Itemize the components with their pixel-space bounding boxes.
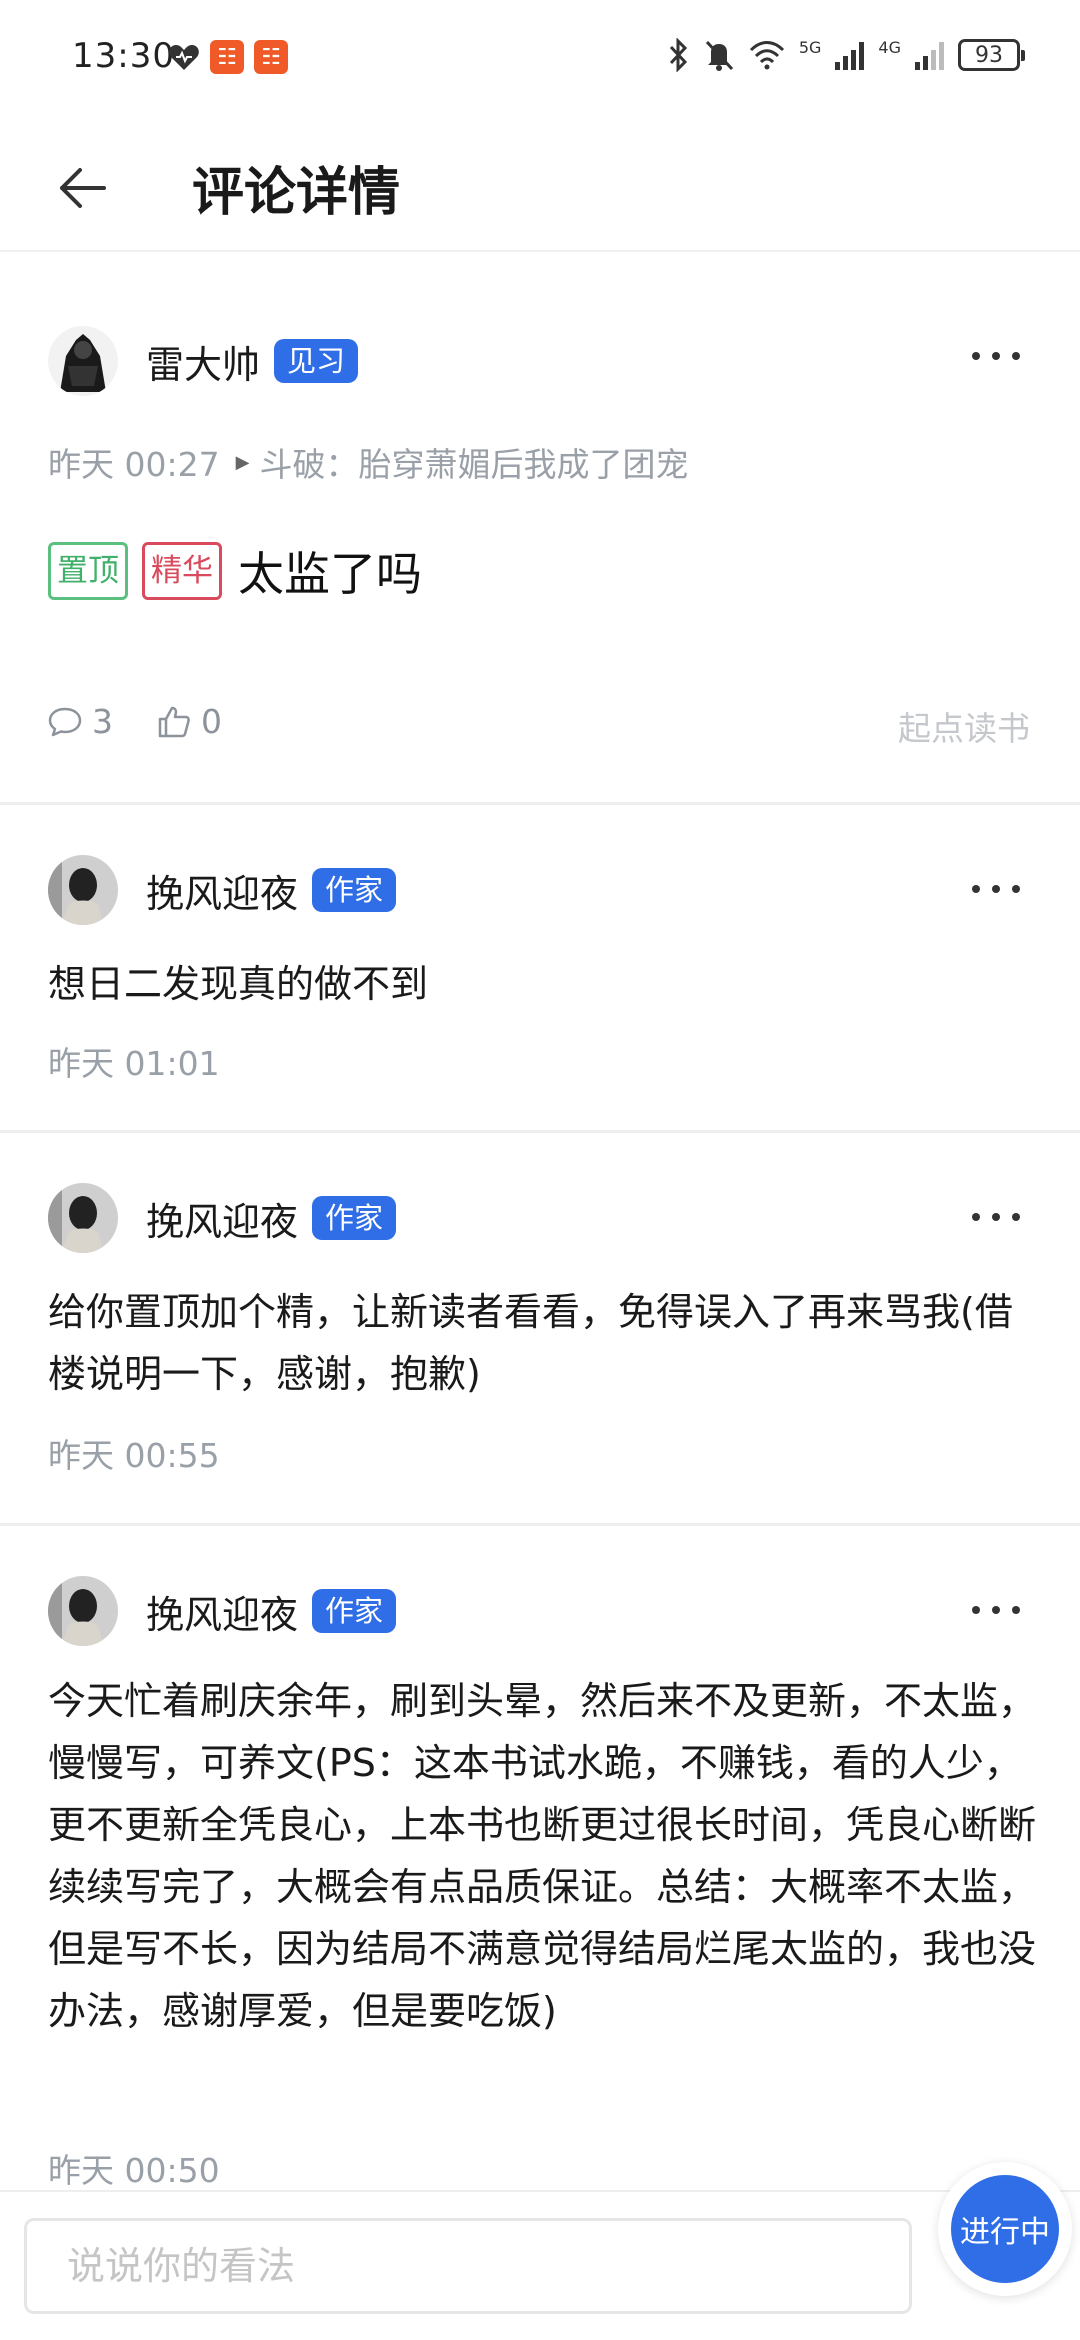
post-content: 置顶 精华 太监了吗 (48, 538, 422, 604)
page-title: 评论详情 (192, 163, 401, 223)
signal-icon (835, 40, 865, 70)
more-options-button[interactable] (966, 1197, 1026, 1237)
heart-icon (169, 45, 199, 70)
avatar[interactable] (48, 855, 118, 925)
user-level-badge: 见习 (274, 339, 359, 383)
header: 评论详情 (0, 120, 1080, 252)
author-name[interactable]: 雷大帅 (146, 334, 260, 389)
reply-text: 想日二发现真的做不到 (48, 962, 429, 1006)
status-right-icons: 5G 4G 93 (667, 38, 1025, 72)
author-role-badge: 作家 (312, 1196, 397, 1240)
reply-author[interactable]: 挽风迎夜 作家 (48, 855, 397, 925)
bluetooth-icon (669, 38, 687, 72)
reply-time: 昨天 00:55 (48, 1436, 220, 1475)
author-role-badge: 作家 (312, 868, 397, 912)
network-5g-label: 5G (798, 38, 822, 57)
essence-tag: 精华 (142, 542, 222, 600)
avatar[interactable] (48, 1183, 118, 1253)
reply-author[interactable]: 挽风迎夜 作家 (48, 1576, 397, 1646)
source-label: 起点读书 (898, 709, 1030, 748)
pinned-tag: 置顶 (48, 542, 128, 600)
network-4g-label: 4G (878, 38, 901, 57)
reply-author[interactable]: 挽风迎夜 作家 (48, 1183, 397, 1253)
post-text: 太监了吗 (238, 547, 422, 601)
like-count: 0 (201, 702, 222, 741)
like-button[interactable]: 0 (157, 702, 222, 741)
status-bar: 13:30 ☷ ☷ 5G 4G 93 (0, 0, 1080, 120)
mute-bell-icon (705, 40, 733, 71)
post-author[interactable]: 雷大帅 见习 (48, 326, 359, 396)
status-time: 13:30 (72, 36, 175, 76)
battery-icon: 93 (958, 39, 1025, 71)
post-time: 昨天 00:27 (48, 445, 220, 484)
status-left-icons: ☷ ☷ (168, 40, 288, 74)
comment-count: 3 (92, 702, 113, 741)
reply-item: 挽风迎夜 作家 今天忙着刷庆余年，刷到头晕，然后来不及更新，不太监，慢慢写，可养… (0, 1526, 1080, 2190)
reply-text: 今天忙着刷庆余年，刷到头晕，然后来不及更新，不太监，慢慢写，可养文(PS：这本书… (48, 1679, 1037, 2033)
reply-author-name[interactable]: 挽风迎夜 (146, 1191, 298, 1246)
reply-author-name[interactable]: 挽风迎夜 (146, 1584, 298, 1639)
post-actions: 3 0 (48, 702, 266, 741)
avatar[interactable] (48, 1576, 118, 1646)
reply-time: 昨天 00:50 (48, 2151, 220, 2190)
author-role-badge: 作家 (312, 1589, 397, 1633)
comment-icon (48, 707, 82, 736)
thumbs-up-icon (158, 706, 190, 737)
comment-button[interactable]: 3 (48, 702, 113, 741)
bottom-bar (0, 2190, 1080, 2340)
back-arrow-icon (60, 168, 106, 208)
more-options-button[interactable] (966, 869, 1026, 909)
signal-icon (915, 40, 944, 70)
triangle-icon: ▶ (235, 451, 250, 473)
wifi-icon (749, 41, 784, 70)
reply-time: 昨天 01:01 (48, 1044, 220, 1083)
app-notification-icon: ☷ (254, 40, 288, 74)
progress-label: 进行中 (951, 2175, 1059, 2283)
reply-item: 挽风迎夜 作家 想日二发现真的做不到 昨天 01:01 (0, 805, 1080, 1130)
main-post: 雷大帅 见习 昨天 00:27 ▶ 斗破：胎穿萧媚后我成了团宠 置顶 精华 太监… (0, 252, 1080, 802)
avatar[interactable] (48, 326, 118, 396)
reply-text: 给你置顶加个精，让新读者看看，免得误入了再来骂我(借楼说明一下，感谢，抱歉) (48, 1290, 1013, 1396)
post-meta: 昨天 00:27 ▶ 斗破：胎穿萧媚后我成了团宠 (48, 438, 688, 486)
more-options-button[interactable] (966, 336, 1026, 376)
more-options-button[interactable] (966, 1590, 1026, 1630)
comment-input[interactable] (24, 2218, 912, 2314)
back-button[interactable] (50, 156, 114, 220)
app-notification-icon: ☷ (210, 40, 244, 74)
progress-floating-button[interactable]: 进行中 (938, 2162, 1072, 2296)
reply-author-name[interactable]: 挽风迎夜 (146, 863, 298, 918)
book-link[interactable]: 斗破：胎穿萧媚后我成了团宠 (259, 438, 688, 486)
reply-item: 挽风迎夜 作家 给你置顶加个精，让新读者看看，免得误入了再来骂我(借楼说明一下，… (0, 1133, 1080, 1523)
